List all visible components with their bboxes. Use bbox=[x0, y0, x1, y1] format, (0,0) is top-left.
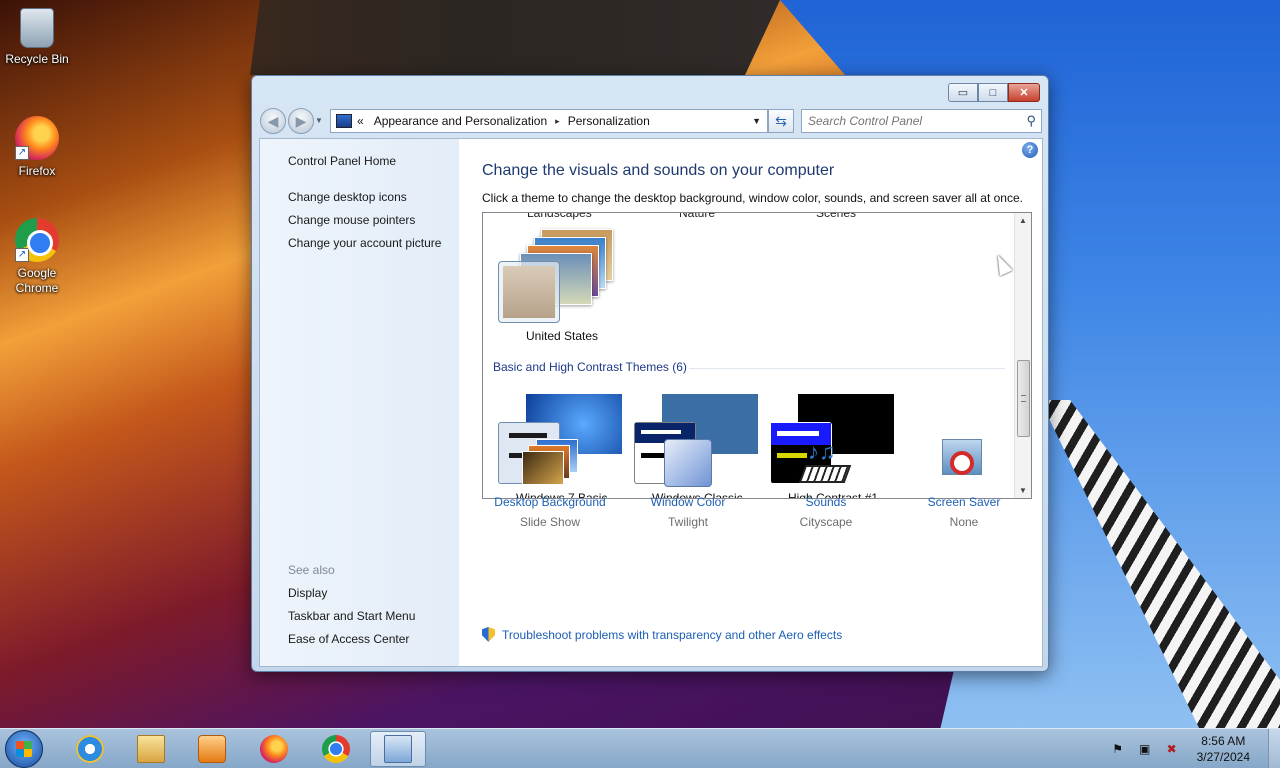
window-color-preview bbox=[498, 261, 560, 323]
window-color-icon bbox=[660, 439, 716, 489]
search-box: ⚲ bbox=[801, 109, 1042, 133]
clock-time: 8:56 AM bbox=[1201, 734, 1246, 748]
forward-button[interactable]: ▶ bbox=[288, 108, 314, 134]
refresh-button[interactable]: ⇆ bbox=[768, 109, 794, 133]
uac-shield-icon bbox=[482, 627, 495, 642]
desktop-icon-label: Firefox bbox=[18, 164, 56, 178]
taskbar-chrome[interactable] bbox=[308, 731, 364, 767]
media-player-icon bbox=[198, 735, 226, 763]
chrome-icon: ↗ bbox=[15, 218, 59, 262]
desktop-icon-chrome[interactable]: ↗ Google Chrome bbox=[1, 218, 73, 296]
theme-label: United States bbox=[526, 329, 599, 343]
theme-label-scenes[interactable]: Scenes bbox=[816, 213, 856, 220]
navigation-bar: ◀ ▶ ▼ « Appearance and Personalization ▸… bbox=[260, 108, 1042, 134]
address-overflow[interactable]: « bbox=[357, 114, 364, 128]
breadcrumb-personalization[interactable]: Personalization bbox=[568, 114, 650, 128]
page-title: Change the visuals and sounds on your co… bbox=[482, 162, 835, 179]
start-button[interactable] bbox=[5, 730, 43, 768]
control-panel-home-link[interactable]: Control Panel Home bbox=[288, 154, 396, 168]
taskbar-control-panel[interactable] bbox=[370, 731, 426, 767]
close-button[interactable]: ✕ bbox=[1008, 83, 1040, 102]
window-controls: ▭ □ ✕ bbox=[948, 83, 1040, 102]
show-desktop-button[interactable] bbox=[1268, 729, 1280, 768]
theme-label-nature[interactable]: Nature bbox=[679, 213, 715, 220]
desktop-background-setting[interactable]: Desktop Background Slide Show bbox=[485, 439, 615, 529]
screen-saver-setting[interactable]: Screen Saver None bbox=[899, 439, 1029, 529]
see-also-label: See also bbox=[288, 563, 335, 577]
address-bar[interactable]: « Appearance and Personalization ▸ Perso… bbox=[330, 109, 768, 133]
breadcrumb-separator-icon[interactable]: ▸ bbox=[555, 116, 560, 127]
change-desktop-icons-link[interactable]: Change desktop icons bbox=[288, 190, 407, 204]
clock-date: 3/27/2024 bbox=[1196, 750, 1250, 764]
content-area: Control Panel Home Change desktop icons … bbox=[259, 138, 1043, 667]
desktop-icon-label: Recycle Bin bbox=[5, 52, 69, 66]
search-input[interactable] bbox=[802, 110, 1012, 132]
recent-pages-button[interactable]: ▼ bbox=[315, 116, 323, 125]
desktop-background-link[interactable]: Desktop Background bbox=[485, 495, 615, 509]
taskbar: ⚑ ▣ ✖ 8:56 AM 3/27/2024 bbox=[0, 728, 1280, 768]
network-icon[interactable]: ▣ bbox=[1137, 742, 1153, 756]
recycle-bin-icon bbox=[20, 8, 54, 48]
desktop-icon-recycle-bin[interactable]: Recycle Bin bbox=[1, 8, 73, 67]
shortcut-arrow-icon: ↗ bbox=[15, 146, 29, 160]
taskbar-file-explorer[interactable] bbox=[123, 731, 179, 767]
taskbar-media-player[interactable] bbox=[184, 731, 240, 767]
ease-of-access-link[interactable]: Ease of Access Center bbox=[288, 632, 409, 646]
screen-saver-link[interactable]: Screen Saver bbox=[899, 495, 1029, 509]
troubleshoot-aero-label: Troubleshoot problems with transparency … bbox=[502, 627, 843, 642]
forward-arrow-icon: ▶ bbox=[295, 112, 307, 129]
search-icon[interactable]: ⚲ bbox=[1026, 113, 1036, 129]
maximize-button[interactable]: □ bbox=[978, 83, 1008, 102]
sounds-icon: ♪♫ bbox=[798, 439, 854, 489]
change-mouse-pointers-link[interactable]: Change mouse pointers bbox=[288, 213, 415, 227]
sounds-value: Cityscape bbox=[799, 515, 853, 529]
address-dropdown-icon[interactable]: ▼ bbox=[752, 116, 761, 126]
desktop-icon-label: Google Chrome bbox=[15, 266, 59, 295]
control-panel-icon bbox=[384, 735, 412, 763]
back-arrow-icon: ◀ bbox=[267, 112, 279, 129]
scroll-up-icon[interactable]: ▲ bbox=[1019, 216, 1027, 225]
file-explorer-icon bbox=[137, 735, 165, 763]
sounds-setting[interactable]: ♪♫ Sounds Cityscape bbox=[761, 439, 891, 529]
screen-saver-value: None bbox=[949, 515, 979, 529]
firefox-icon: ↗ bbox=[15, 116, 59, 160]
desktop-icon-firefox[interactable]: ↗ Firefox bbox=[1, 116, 73, 179]
task-pane: Control Panel Home Change desktop icons … bbox=[260, 139, 459, 666]
window-color-value: Twilight bbox=[667, 515, 708, 529]
internet-explorer-icon bbox=[76, 735, 104, 763]
help-icon[interactable]: ? bbox=[1022, 142, 1038, 158]
scroll-thumb[interactable] bbox=[1017, 360, 1030, 437]
troubleshoot-aero-link[interactable]: Troubleshoot problems with transparency … bbox=[482, 627, 842, 642]
taskbar-internet-explorer[interactable] bbox=[62, 731, 118, 767]
display-link[interactable]: Display bbox=[288, 586, 327, 600]
volume-muted-icon[interactable]: ✖ bbox=[1164, 742, 1180, 756]
taskbar-start-menu-link[interactable]: Taskbar and Start Menu bbox=[288, 609, 415, 623]
group-divider bbox=[689, 368, 1005, 369]
desktop-background-icon bbox=[522, 439, 578, 489]
system-tray: ⚑ ▣ ✖ 8:56 AM 3/27/2024 bbox=[1110, 729, 1280, 768]
shortcut-arrow-icon: ↗ bbox=[15, 248, 29, 262]
screen-saver-icon bbox=[936, 439, 992, 489]
basic-themes-header: Basic and High Contrast Themes (6) bbox=[493, 360, 687, 374]
minimize-button[interactable]: ▭ bbox=[948, 83, 978, 102]
sounds-link[interactable]: Sounds bbox=[761, 495, 891, 509]
clock[interactable]: 8:56 AM 3/27/2024 bbox=[1197, 733, 1250, 765]
taskbar-firefox[interactable] bbox=[246, 731, 302, 767]
desktop-background-value: Slide Show bbox=[519, 515, 581, 529]
control-panel-icon bbox=[336, 114, 352, 128]
personalization-window: ▭ □ ✕ ◀ ▶ ▼ « Appearance and Personaliza… bbox=[251, 75, 1049, 672]
breadcrumb-appearance[interactable]: Appearance and Personalization bbox=[374, 114, 547, 128]
change-account-picture-link[interactable]: Change your account picture bbox=[288, 236, 441, 250]
window-color-setting[interactable]: Window Color Twilight bbox=[623, 439, 753, 529]
window-color-link[interactable]: Window Color bbox=[623, 495, 753, 509]
theme-label-landscapes[interactable]: Landscapes bbox=[527, 213, 592, 220]
action-center-flag-icon[interactable]: ⚑ bbox=[1110, 742, 1126, 756]
firefox-icon bbox=[260, 735, 288, 763]
back-button[interactable]: ◀ bbox=[260, 108, 286, 134]
chrome-icon bbox=[322, 735, 350, 763]
refresh-icon: ⇆ bbox=[775, 112, 787, 129]
page-subtitle: Click a theme to change the desktop back… bbox=[482, 191, 1023, 205]
